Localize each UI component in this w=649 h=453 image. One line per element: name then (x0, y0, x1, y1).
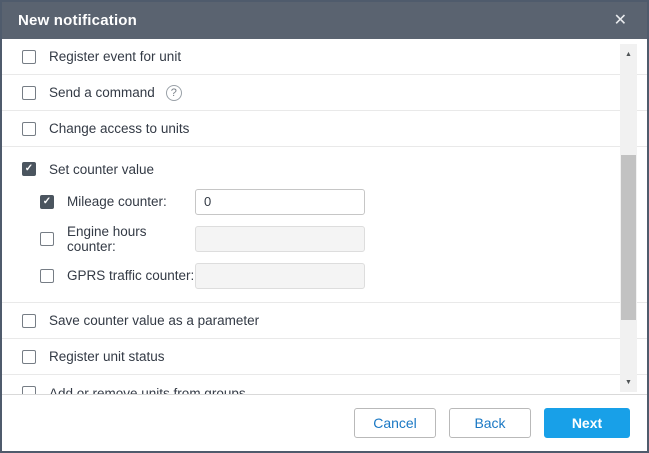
close-icon[interactable]: ✕ (610, 11, 631, 31)
set-counter-group: ✓ Set counter value ✓ Mileage counter: E… (2, 147, 647, 303)
cancel-button[interactable]: Cancel (354, 408, 436, 438)
checkbox-change-access[interactable] (22, 122, 36, 136)
action-label[interactable]: Save counter value as a parameter (49, 313, 259, 328)
new-notification-dialog: New notification ✕ Register event for un… (0, 0, 649, 453)
checkbox-gprs-traffic-counter[interactable] (40, 269, 54, 283)
checkbox-partial[interactable] (22, 386, 36, 395)
next-button[interactable]: Next (544, 408, 630, 438)
mileage-counter-input[interactable] (195, 189, 365, 215)
help-icon[interactable]: ? (166, 85, 182, 101)
engine-hours-counter-label: Engine hours counter: (67, 224, 195, 254)
mileage-counter-label: Mileage counter: (67, 194, 195, 209)
checkbox-save-counter-param[interactable] (22, 314, 36, 328)
action-row-register-unit-status: Register unit status (2, 339, 647, 375)
engine-hours-counter-row: Engine hours counter: (2, 220, 647, 257)
check-icon: ✓ (43, 197, 51, 207)
action-list: Register event for unit Send a command ?… (2, 39, 647, 395)
gprs-traffic-counter-input[interactable] (195, 263, 365, 289)
action-row-change-access: Change access to units (2, 111, 647, 147)
checkbox-set-counter[interactable]: ✓ (22, 162, 36, 176)
action-label[interactable]: Register unit status (49, 349, 165, 364)
action-label[interactable]: Change access to units (49, 121, 189, 136)
mileage-counter-row: ✓ Mileage counter: (2, 183, 647, 220)
dialog-titlebar: New notification ✕ (2, 2, 647, 39)
action-label[interactable]: Add or remove units from groups (49, 386, 246, 396)
checkbox-send-command[interactable] (22, 86, 36, 100)
action-row-register-event: Register event for unit (2, 39, 647, 75)
back-button[interactable]: Back (449, 408, 531, 438)
checkbox-register-unit-status[interactable] (22, 350, 36, 364)
dialog-title: New notification (18, 12, 137, 29)
scroll-up-icon[interactable]: ▲ (620, 46, 637, 62)
dialog-footer: Cancel Back Next (2, 395, 647, 451)
gprs-traffic-counter-row: GPRS traffic counter: (2, 257, 647, 294)
checkbox-engine-hours-counter[interactable] (40, 232, 54, 246)
action-row-partial: Add or remove units from groups (2, 375, 647, 395)
checkbox-mileage-counter[interactable]: ✓ (40, 195, 54, 209)
scroll-down-icon[interactable]: ▼ (620, 374, 637, 390)
action-label[interactable]: Send a command (49, 85, 155, 100)
action-label[interactable]: Set counter value (49, 162, 154, 177)
action-row-save-counter-param: Save counter value as a parameter (2, 303, 647, 339)
check-icon: ✓ (25, 164, 33, 174)
engine-hours-counter-input[interactable] (195, 226, 365, 252)
vertical-scrollbar[interactable]: ▲ ▼ (620, 44, 637, 392)
checkbox-register-event[interactable] (22, 50, 36, 64)
scrollbar-thumb[interactable] (621, 155, 636, 320)
action-label[interactable]: Register event for unit (49, 49, 181, 64)
action-row-send-command: Send a command ? (2, 75, 647, 111)
gprs-traffic-counter-label: GPRS traffic counter: (67, 268, 195, 283)
action-row-set-counter: ✓ Set counter value (2, 155, 647, 183)
